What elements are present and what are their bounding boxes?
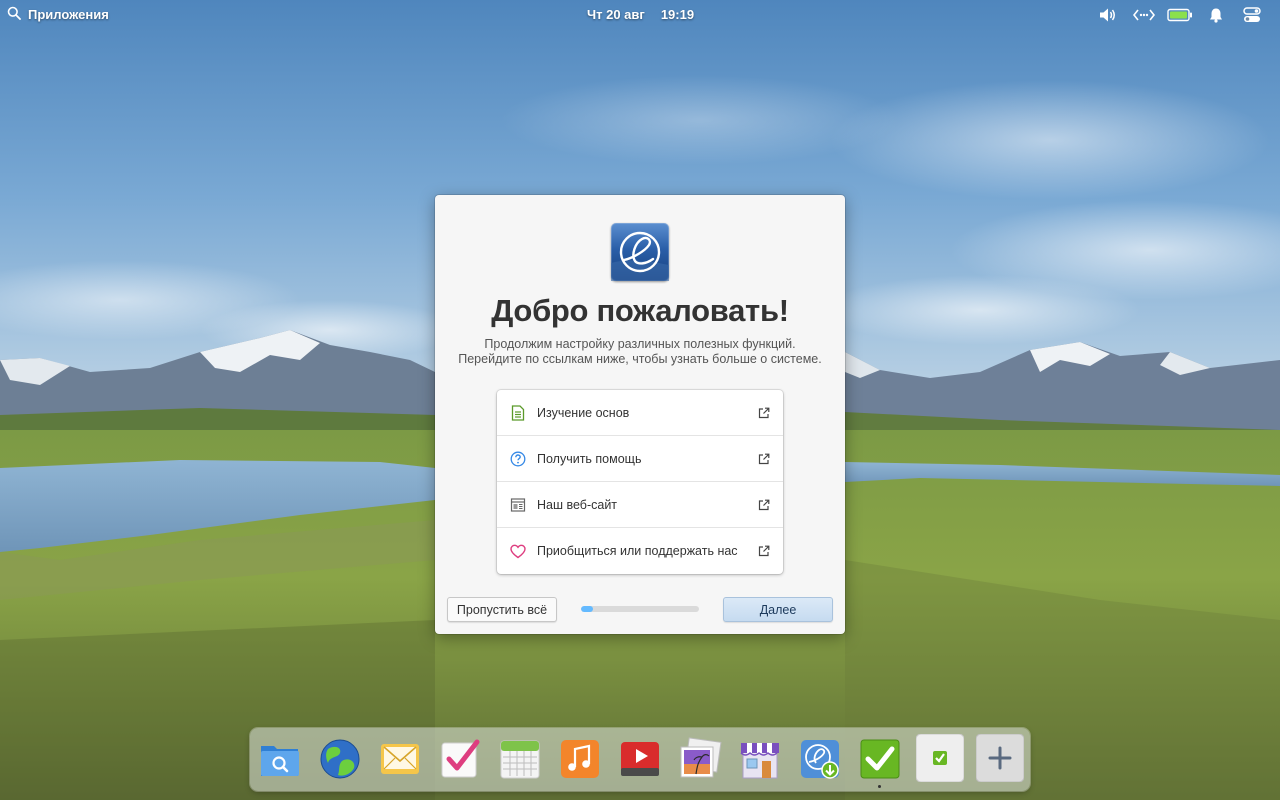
link-get-involved-label: Приобщиться или поддержать нас xyxy=(537,544,738,558)
videos-icon[interactable] xyxy=(618,737,662,781)
skip-all-button[interactable]: Пропустить всё xyxy=(447,597,557,622)
time-label: 19:19 xyxy=(660,7,695,22)
session-icon[interactable] xyxy=(1234,5,1270,25)
web-browser-icon[interactable] xyxy=(318,737,362,781)
music-icon[interactable] xyxy=(558,737,602,781)
welcome-dialog: Добро пожаловать! Продолжим настройку ра… xyxy=(435,195,845,634)
website-icon xyxy=(510,497,526,513)
external-link-icon xyxy=(758,406,770,419)
external-link-icon xyxy=(758,452,770,465)
subtitle-line-2: Перейдите по ссылкам ниже, чтобы узнать … xyxy=(458,352,822,366)
next-button[interactable]: Далее xyxy=(723,597,833,622)
link-help-label: Получить помощь xyxy=(537,451,642,466)
welcome-subtitle: Продолжим настройку различных полезных ф… xyxy=(435,337,845,367)
external-link-icon xyxy=(758,544,770,557)
applications-label: Приложения xyxy=(28,7,109,22)
link-website-label: Наш веб-сайт xyxy=(537,497,618,512)
tasks-icon[interactable] xyxy=(438,737,482,781)
date-time-indicator[interactable]: Чт 20 авг 19:19 xyxy=(587,7,694,22)
notifications-icon[interactable] xyxy=(1198,5,1234,25)
help-icon xyxy=(510,451,526,467)
links-list: Изучение основ Получить помощь Наш веб-с… xyxy=(497,390,783,574)
installer-icon[interactable] xyxy=(798,737,842,781)
applications-menu-button[interactable]: Приложения xyxy=(7,6,109,23)
link-website[interactable]: Наш веб-сайт xyxy=(497,482,783,528)
checkmark-app-icon[interactable] xyxy=(858,737,902,781)
subtitle-line-1: Продолжим настройку различных полезных ф… xyxy=(484,337,796,351)
battery-icon[interactable] xyxy=(1162,5,1198,25)
link-help[interactable]: Получить помощь xyxy=(497,436,783,482)
calendar-icon[interactable] xyxy=(498,737,542,781)
link-basics[interactable]: Изучение основ xyxy=(497,390,783,436)
indicator-area xyxy=(1090,5,1270,25)
appcenter-icon[interactable] xyxy=(738,737,782,781)
link-get-involved[interactable]: Приобщиться или поддержать нас xyxy=(497,528,783,574)
heart-icon xyxy=(510,543,526,559)
external-link-icon xyxy=(758,498,770,511)
dock xyxy=(250,728,1030,791)
welcome-title: Добро пожаловать! xyxy=(491,293,789,328)
mail-icon[interactable] xyxy=(378,737,422,781)
progress-fill xyxy=(581,606,593,612)
elementary-logo-icon xyxy=(611,223,669,281)
files-icon[interactable] xyxy=(258,737,302,781)
volume-icon[interactable] xyxy=(1090,5,1126,25)
top-panel: Приложения Чт 20 авг 19:19 xyxy=(0,0,1280,29)
link-basics-label: Изучение основ xyxy=(537,405,630,420)
add-icon[interactable] xyxy=(976,734,1024,782)
document-icon xyxy=(510,404,526,421)
running-indicator xyxy=(878,785,881,788)
small-check-app-icon[interactable] xyxy=(916,734,964,782)
photos-icon[interactable] xyxy=(678,737,722,781)
search-icon xyxy=(7,6,21,23)
network-icon[interactable] xyxy=(1126,5,1162,25)
setup-progress-bar xyxy=(581,606,699,612)
date-label: Чт 20 авг xyxy=(587,7,645,22)
